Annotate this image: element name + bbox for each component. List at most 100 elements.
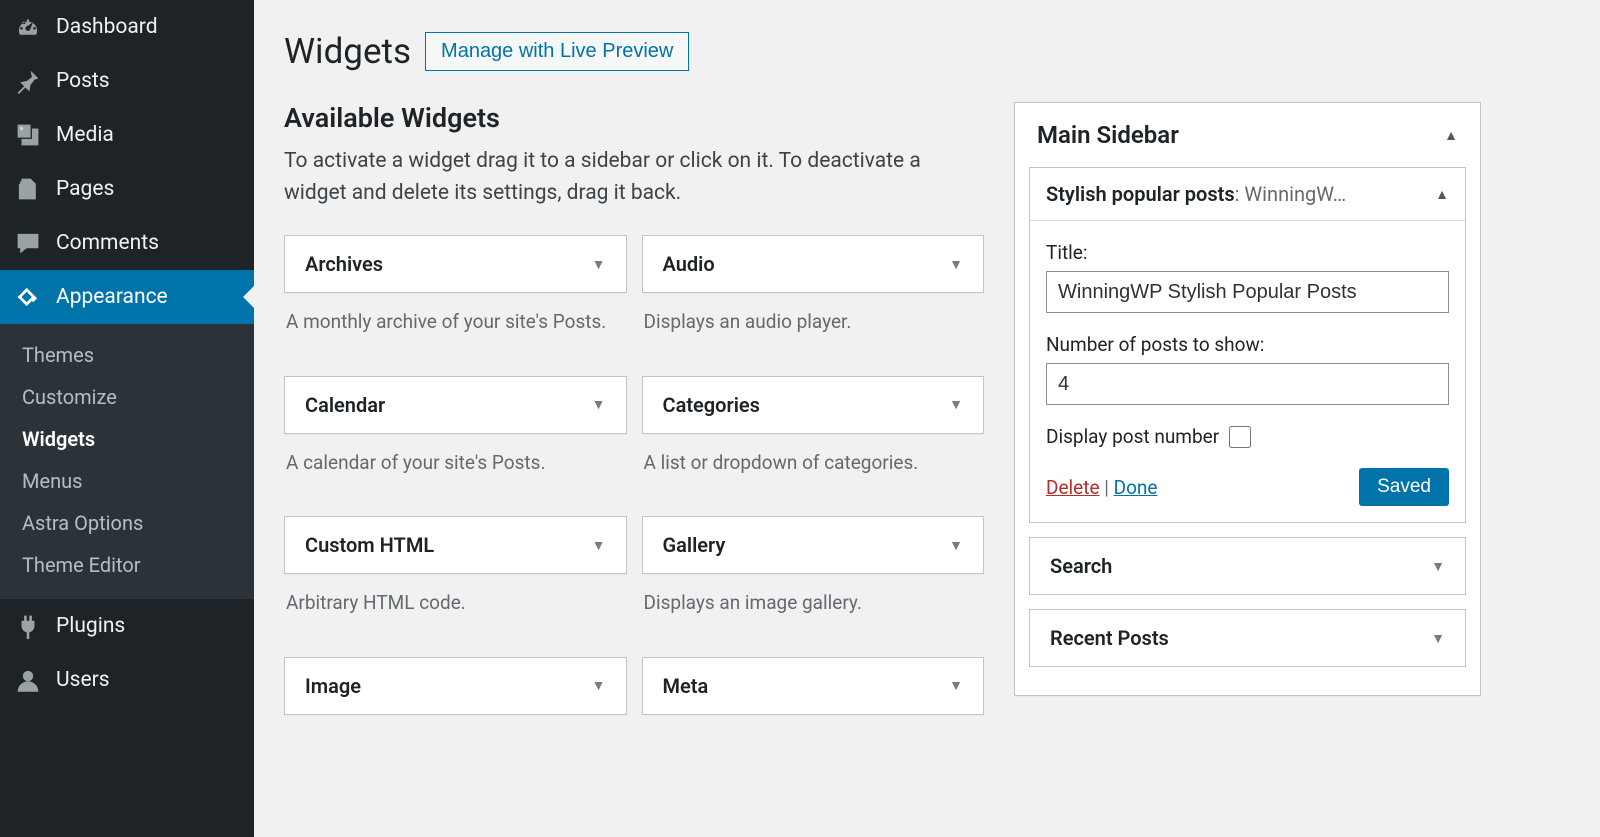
placed-widget-recent-posts[interactable]: Recent Posts ▼ <box>1029 609 1466 667</box>
widget-description: Arbitrary HTML code. <box>284 574 627 642</box>
submenu-item-astra-options[interactable]: Astra Options <box>0 502 254 544</box>
appearance-submenu: Themes Customize Widgets Menus Astra Opt… <box>0 324 254 599</box>
placed-widget-title: Recent Posts <box>1050 626 1169 650</box>
sidebar-area-column: Main Sidebar ▲ Stylish popular posts: Wi… <box>1014 102 1481 715</box>
sidebar-area-body: Stylish popular posts: WinningW… ▲ Title… <box>1015 167 1480 695</box>
chevron-down-icon: ▼ <box>949 256 963 273</box>
users-icon <box>14 666 42 694</box>
widget-title: Calendar <box>305 393 385 417</box>
placed-widget-title: Search <box>1050 554 1112 578</box>
widget-description: Displays an image gallery. <box>642 574 985 642</box>
count-label: Number of posts to show: <box>1046 333 1449 356</box>
main-content: Widgets Manage with Live Preview Availab… <box>254 0 1600 837</box>
widget-form-actions: Delete | Done Saved <box>1046 468 1449 506</box>
pin-icon <box>14 67 42 95</box>
saved-button[interactable]: Saved <box>1359 468 1449 506</box>
widget-calendar[interactable]: Calendar ▼ <box>284 376 627 434</box>
chevron-down-icon: ▼ <box>592 396 606 413</box>
chevron-down-icon: ▼ <box>592 256 606 273</box>
available-widgets-description: To activate a widget drag it to a sideba… <box>284 146 984 209</box>
chevron-up-icon: ▲ <box>1435 186 1449 203</box>
menu-item-appearance[interactable]: Appearance <box>0 270 254 324</box>
comments-icon <box>14 229 42 257</box>
widget-meta[interactable]: Meta ▼ <box>642 657 985 715</box>
menu-label: Appearance <box>56 285 168 309</box>
display-number-checkbox[interactable] <box>1229 426 1251 448</box>
widget-description: A list or dropdown of categories. <box>642 434 985 502</box>
menu-item-plugins[interactable]: Plugins <box>0 599 254 653</box>
chevron-down-icon: ▼ <box>949 537 963 554</box>
widget-gallery[interactable]: Gallery ▼ <box>642 516 985 574</box>
available-widgets-title: Available Widgets <box>284 102 984 134</box>
widget-title: Image <box>305 674 361 698</box>
placed-widget-title: Stylish popular posts: WinningW… <box>1046 182 1346 206</box>
widget-archives[interactable]: Archives ▼ <box>284 235 627 293</box>
menu-item-dashboard[interactable]: Dashboard <box>0 0 254 54</box>
submenu-item-theme-editor[interactable]: Theme Editor <box>0 544 254 586</box>
widget-title: Categories <box>663 393 760 417</box>
separator: | <box>1100 476 1114 499</box>
widget-description: Displays an audio player. <box>642 293 985 361</box>
menu-label: Users <box>56 668 110 692</box>
delete-link[interactable]: Delete <box>1046 476 1100 499</box>
plugins-icon <box>14 612 42 640</box>
widget-form: Title: Number of posts to show: Display … <box>1030 220 1465 522</box>
dashboard-icon <box>14 13 42 41</box>
media-icon <box>14 121 42 149</box>
chevron-down-icon: ▼ <box>1431 630 1445 647</box>
display-number-row: Display post number <box>1046 425 1449 448</box>
submenu-item-themes[interactable]: Themes <box>0 334 254 376</box>
widget-title: Audio <box>663 252 715 276</box>
action-links: Delete | Done <box>1046 476 1157 499</box>
chevron-down-icon: ▼ <box>949 396 963 413</box>
admin-sidebar: Dashboard Posts Media Pages Comments App… <box>0 0 254 837</box>
pages-icon <box>14 175 42 203</box>
done-link[interactable]: Done <box>1114 476 1158 499</box>
menu-label: Comments <box>56 231 159 255</box>
title-input[interactable] <box>1046 271 1449 313</box>
appearance-icon <box>14 283 42 311</box>
widget-description: A monthly archive of your site's Posts. <box>284 293 627 361</box>
widget-image[interactable]: Image ▼ <box>284 657 627 715</box>
menu-label: Dashboard <box>56 15 158 39</box>
placed-widget-header[interactable]: Stylish popular posts: WinningW… ▲ <box>1030 168 1465 220</box>
sidebar-area-header[interactable]: Main Sidebar ▲ <box>1015 103 1480 167</box>
submenu-item-menus[interactable]: Menus <box>0 460 254 502</box>
manage-live-preview-button[interactable]: Manage with Live Preview <box>425 32 689 71</box>
menu-item-users[interactable]: Users <box>0 653 254 707</box>
submenu-item-widgets[interactable]: Widgets <box>0 418 254 460</box>
widget-audio[interactable]: Audio ▼ <box>642 235 985 293</box>
widget-title: Custom HTML <box>305 533 434 557</box>
title-row: Widgets Manage with Live Preview <box>284 11 1570 72</box>
sidebar-area-main: Main Sidebar ▲ Stylish popular posts: Wi… <box>1014 102 1481 696</box>
sidebar-area-title: Main Sidebar <box>1037 121 1179 149</box>
submenu-item-customize[interactable]: Customize <box>0 376 254 418</box>
widget-grid: Archives ▼ A monthly archive of your sit… <box>284 235 984 715</box>
menu-label: Plugins <box>56 614 125 638</box>
chevron-down-icon: ▼ <box>592 537 606 554</box>
menu-item-posts[interactable]: Posts <box>0 54 254 108</box>
count-input[interactable] <box>1046 363 1449 405</box>
page-title: Widgets <box>284 31 411 72</box>
chevron-down-icon: ▼ <box>1431 558 1445 575</box>
widget-title: Gallery <box>663 533 726 557</box>
widget-title: Archives <box>305 252 383 276</box>
available-widgets-column: Available Widgets To activate a widget d… <box>284 102 984 715</box>
widget-description: A calendar of your site's Posts. <box>284 434 627 502</box>
chevron-down-icon: ▼ <box>592 677 606 694</box>
menu-label: Posts <box>56 69 110 93</box>
display-number-label: Display post number <box>1046 425 1219 448</box>
menu-item-comments[interactable]: Comments <box>0 216 254 270</box>
chevron-up-icon: ▲ <box>1444 127 1458 144</box>
widget-title: Meta <box>663 674 709 698</box>
widget-custom-html[interactable]: Custom HTML ▼ <box>284 516 627 574</box>
menu-item-media[interactable]: Media <box>0 108 254 162</box>
placed-widget-search[interactable]: Search ▼ <box>1029 537 1466 595</box>
widget-categories[interactable]: Categories ▼ <box>642 376 985 434</box>
menu-label: Media <box>56 123 114 147</box>
placed-widget-stylish-popular-posts: Stylish popular posts: WinningW… ▲ Title… <box>1029 167 1466 523</box>
chevron-down-icon: ▼ <box>949 677 963 694</box>
title-label: Title: <box>1046 241 1449 264</box>
menu-label: Pages <box>56 177 114 201</box>
menu-item-pages[interactable]: Pages <box>0 162 254 216</box>
